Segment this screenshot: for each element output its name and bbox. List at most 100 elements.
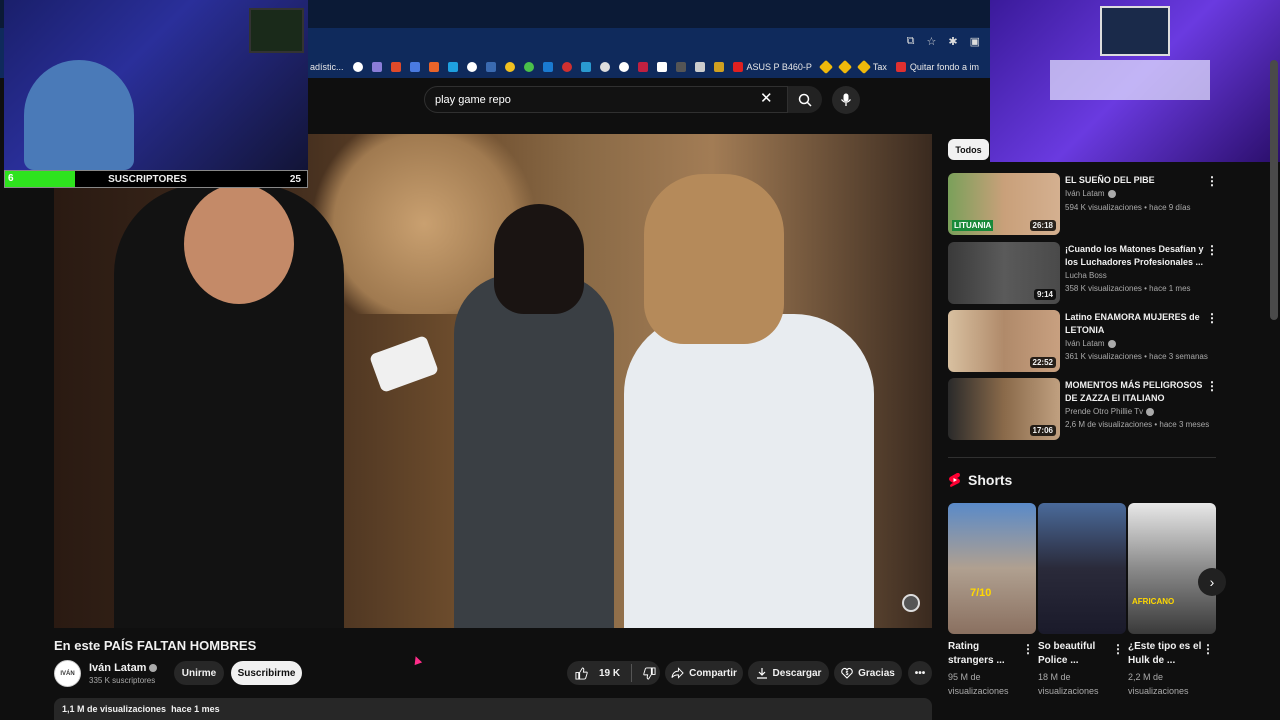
goal-current: 6: [8, 173, 14, 184]
bookmark-item[interactable]: [523, 62, 534, 72]
kebab-menu-icon[interactable]: ⋮: [1206, 379, 1218, 393]
bookmark-item[interactable]: [542, 62, 553, 72]
bookmark-item[interactable]: Quitar fondo a im: [895, 62, 979, 72]
extension-icon[interactable]: ▣: [970, 35, 980, 48]
clear-search-icon[interactable]: ✕: [760, 89, 773, 107]
short-title[interactable]: So beautiful Police ...: [1038, 640, 1114, 668]
bookmark-label: Tax: [872, 62, 887, 72]
description-box[interactable]: 1,1 M de visualizaciones hace 1 mes: [54, 698, 932, 720]
woman-dark-hair: [494, 204, 584, 314]
recommendation-item[interactable]: 22:52 Latino ENAMORA MUJERES de LETONIA …: [948, 310, 1218, 372]
short-title[interactable]: Rating strangers ...: [948, 640, 1024, 668]
like-count: 19 K: [599, 667, 621, 679]
bookmark-item[interactable]: [390, 62, 401, 72]
video-thumbnail[interactable]: 22:52: [948, 310, 1060, 372]
bookmark-star-icon[interactable]: ☆: [927, 35, 937, 48]
kebab-menu-icon[interactable]: ⋮: [1022, 642, 1034, 656]
site-icon: [656, 62, 667, 72]
kebab-menu-icon[interactable]: ⋮: [1202, 642, 1214, 656]
search-button[interactable]: [788, 86, 822, 113]
binance-icon: [818, 59, 833, 75]
bookmark-item[interactable]: ASUS P B460-P: [732, 62, 812, 72]
thumbs-down-icon[interactable]: [643, 666, 656, 680]
bookmark-item[interactable]: [618, 62, 629, 72]
video-thumbnail[interactable]: LITUANIA 26:18: [948, 173, 1060, 235]
channel-name-row[interactable]: Iván Latam: [89, 662, 158, 674]
thumbs-up-icon[interactable]: [575, 666, 588, 680]
recommendation-channel-row: Prende Otro Phillie Tv: [1065, 407, 1155, 416]
bookmark-item[interactable]: [466, 62, 477, 72]
bookmark-item[interactable]: [352, 62, 363, 72]
video-thumbnail[interactable]: 17:06: [948, 378, 1060, 440]
kebab-menu-icon[interactable]: ⋮: [1206, 311, 1218, 325]
install-icon[interactable]: ⧉: [907, 35, 915, 48]
bookmark-item[interactable]: [561, 62, 572, 72]
more-actions-button[interactable]: •••: [908, 661, 932, 685]
share-button[interactable]: Compartir: [665, 661, 743, 685]
bookmark-item[interactable]: [485, 62, 496, 72]
short-views: 95 M de visualizaciones: [948, 672, 1009, 696]
bookmark-item[interactable]: [694, 62, 705, 72]
bookmark-item[interactable]: [837, 59, 852, 75]
video-player[interactable]: [54, 134, 932, 628]
short-item[interactable]: AFRICANO ¿Este tipo es el Hulk de ... 2,…: [1128, 503, 1216, 698]
kebab-menu-icon[interactable]: ⋮: [1206, 174, 1218, 188]
recommendation-title[interactable]: ¡Cuando los Matones Desafían y los Lucha…: [1065, 243, 1205, 269]
scrollbar[interactable]: [1270, 60, 1278, 320]
channel-watermark-icon[interactable]: [902, 594, 920, 612]
channel-avatar[interactable]: IVÁN: [54, 660, 81, 687]
svg-text:$: $: [846, 671, 849, 677]
recommendation-title[interactable]: MOMENTOS MÁS PELIGROSOS DE ZAZZA El ITAL…: [1065, 379, 1205, 405]
channel-name[interactable]: Iván Latam: [89, 662, 146, 674]
download-button[interactable]: Descargar: [748, 661, 829, 685]
bookmark-item[interactable]: Tax: [856, 59, 887, 75]
short-thumbnail[interactable]: [1038, 503, 1126, 634]
bookmark-item[interactable]: [675, 62, 686, 72]
google-icon: [352, 62, 363, 72]
bookmark-item[interactable]: [713, 62, 724, 72]
video-duration: 26:18: [1029, 220, 1056, 231]
thanks-button[interactable]: $ Gracias: [834, 661, 902, 685]
short-thumbnail[interactable]: 7/10: [948, 503, 1036, 634]
recommendation-title[interactable]: EL SUEÑO DEL PIBE: [1065, 174, 1205, 187]
avatar-text: IVÁN: [60, 670, 75, 677]
bookmark-item[interactable]: [371, 62, 382, 72]
shorts-next-button[interactable]: ›: [1198, 568, 1226, 596]
recommendation-item[interactable]: 9:14 ¡Cuando los Matones Desafían y los …: [948, 242, 1218, 304]
filter-chip-all[interactable]: Todos: [948, 139, 989, 160]
short-thumbnail[interactable]: AFRICANO: [1128, 503, 1216, 634]
join-button[interactable]: Unirme: [174, 661, 224, 685]
bookmark-item[interactable]: adístic...: [310, 62, 344, 72]
bookmark-item[interactable]: [504, 62, 515, 72]
bookmark-item[interactable]: [656, 62, 667, 72]
bookmark-item[interactable]: [818, 59, 833, 75]
recommendation-item[interactable]: LITUANIA 26:18 EL SUEÑO DEL PIBE Iván La…: [948, 173, 1218, 235]
bookmark-item[interactable]: [637, 62, 648, 72]
kebab-menu-icon[interactable]: ⋮: [1206, 243, 1218, 257]
thumbnail-text: AFRICANO: [1132, 597, 1175, 606]
microphone-cube: [368, 334, 440, 394]
bookmark-item[interactable]: [447, 62, 458, 72]
video-thumbnail[interactable]: 9:14: [948, 242, 1060, 304]
bookmark-item[interactable]: [428, 62, 439, 72]
short-item[interactable]: 7/10 Rating strangers ... 95 M de visual…: [948, 503, 1036, 698]
woman-blonde-hair: [644, 174, 784, 344]
video-duration: 9:14: [1033, 289, 1056, 300]
short-item[interactable]: So beautiful Police ... 18 M de visualiz…: [1038, 503, 1126, 698]
short-title[interactable]: ¿Este tipo es el Hulk de ...: [1128, 640, 1204, 668]
recommendation-title[interactable]: Latino ENAMORA MUJERES de LETONIA: [1065, 311, 1205, 337]
woman-dark-dress: [454, 274, 614, 628]
bookmark-item[interactable]: [409, 62, 420, 72]
like-dislike-group[interactable]: 19 K: [567, 661, 660, 685]
kebab-menu-icon[interactable]: ⋮: [1112, 642, 1124, 656]
desk: [1050, 60, 1210, 100]
divider: [631, 664, 633, 682]
bookmark-label: adístic...: [310, 62, 344, 72]
subscribe-button[interactable]: Suscribirme: [231, 661, 302, 685]
recommendation-item[interactable]: 17:06 MOMENTOS MÁS PELIGROSOS DE ZAZZA E…: [948, 378, 1218, 440]
bookmark-item[interactable]: [599, 62, 610, 72]
extension-icon[interactable]: ✱: [948, 35, 957, 48]
voice-search-button[interactable]: [832, 86, 860, 114]
search-input[interactable]: [424, 86, 788, 113]
bookmark-item[interactable]: [580, 62, 591, 72]
